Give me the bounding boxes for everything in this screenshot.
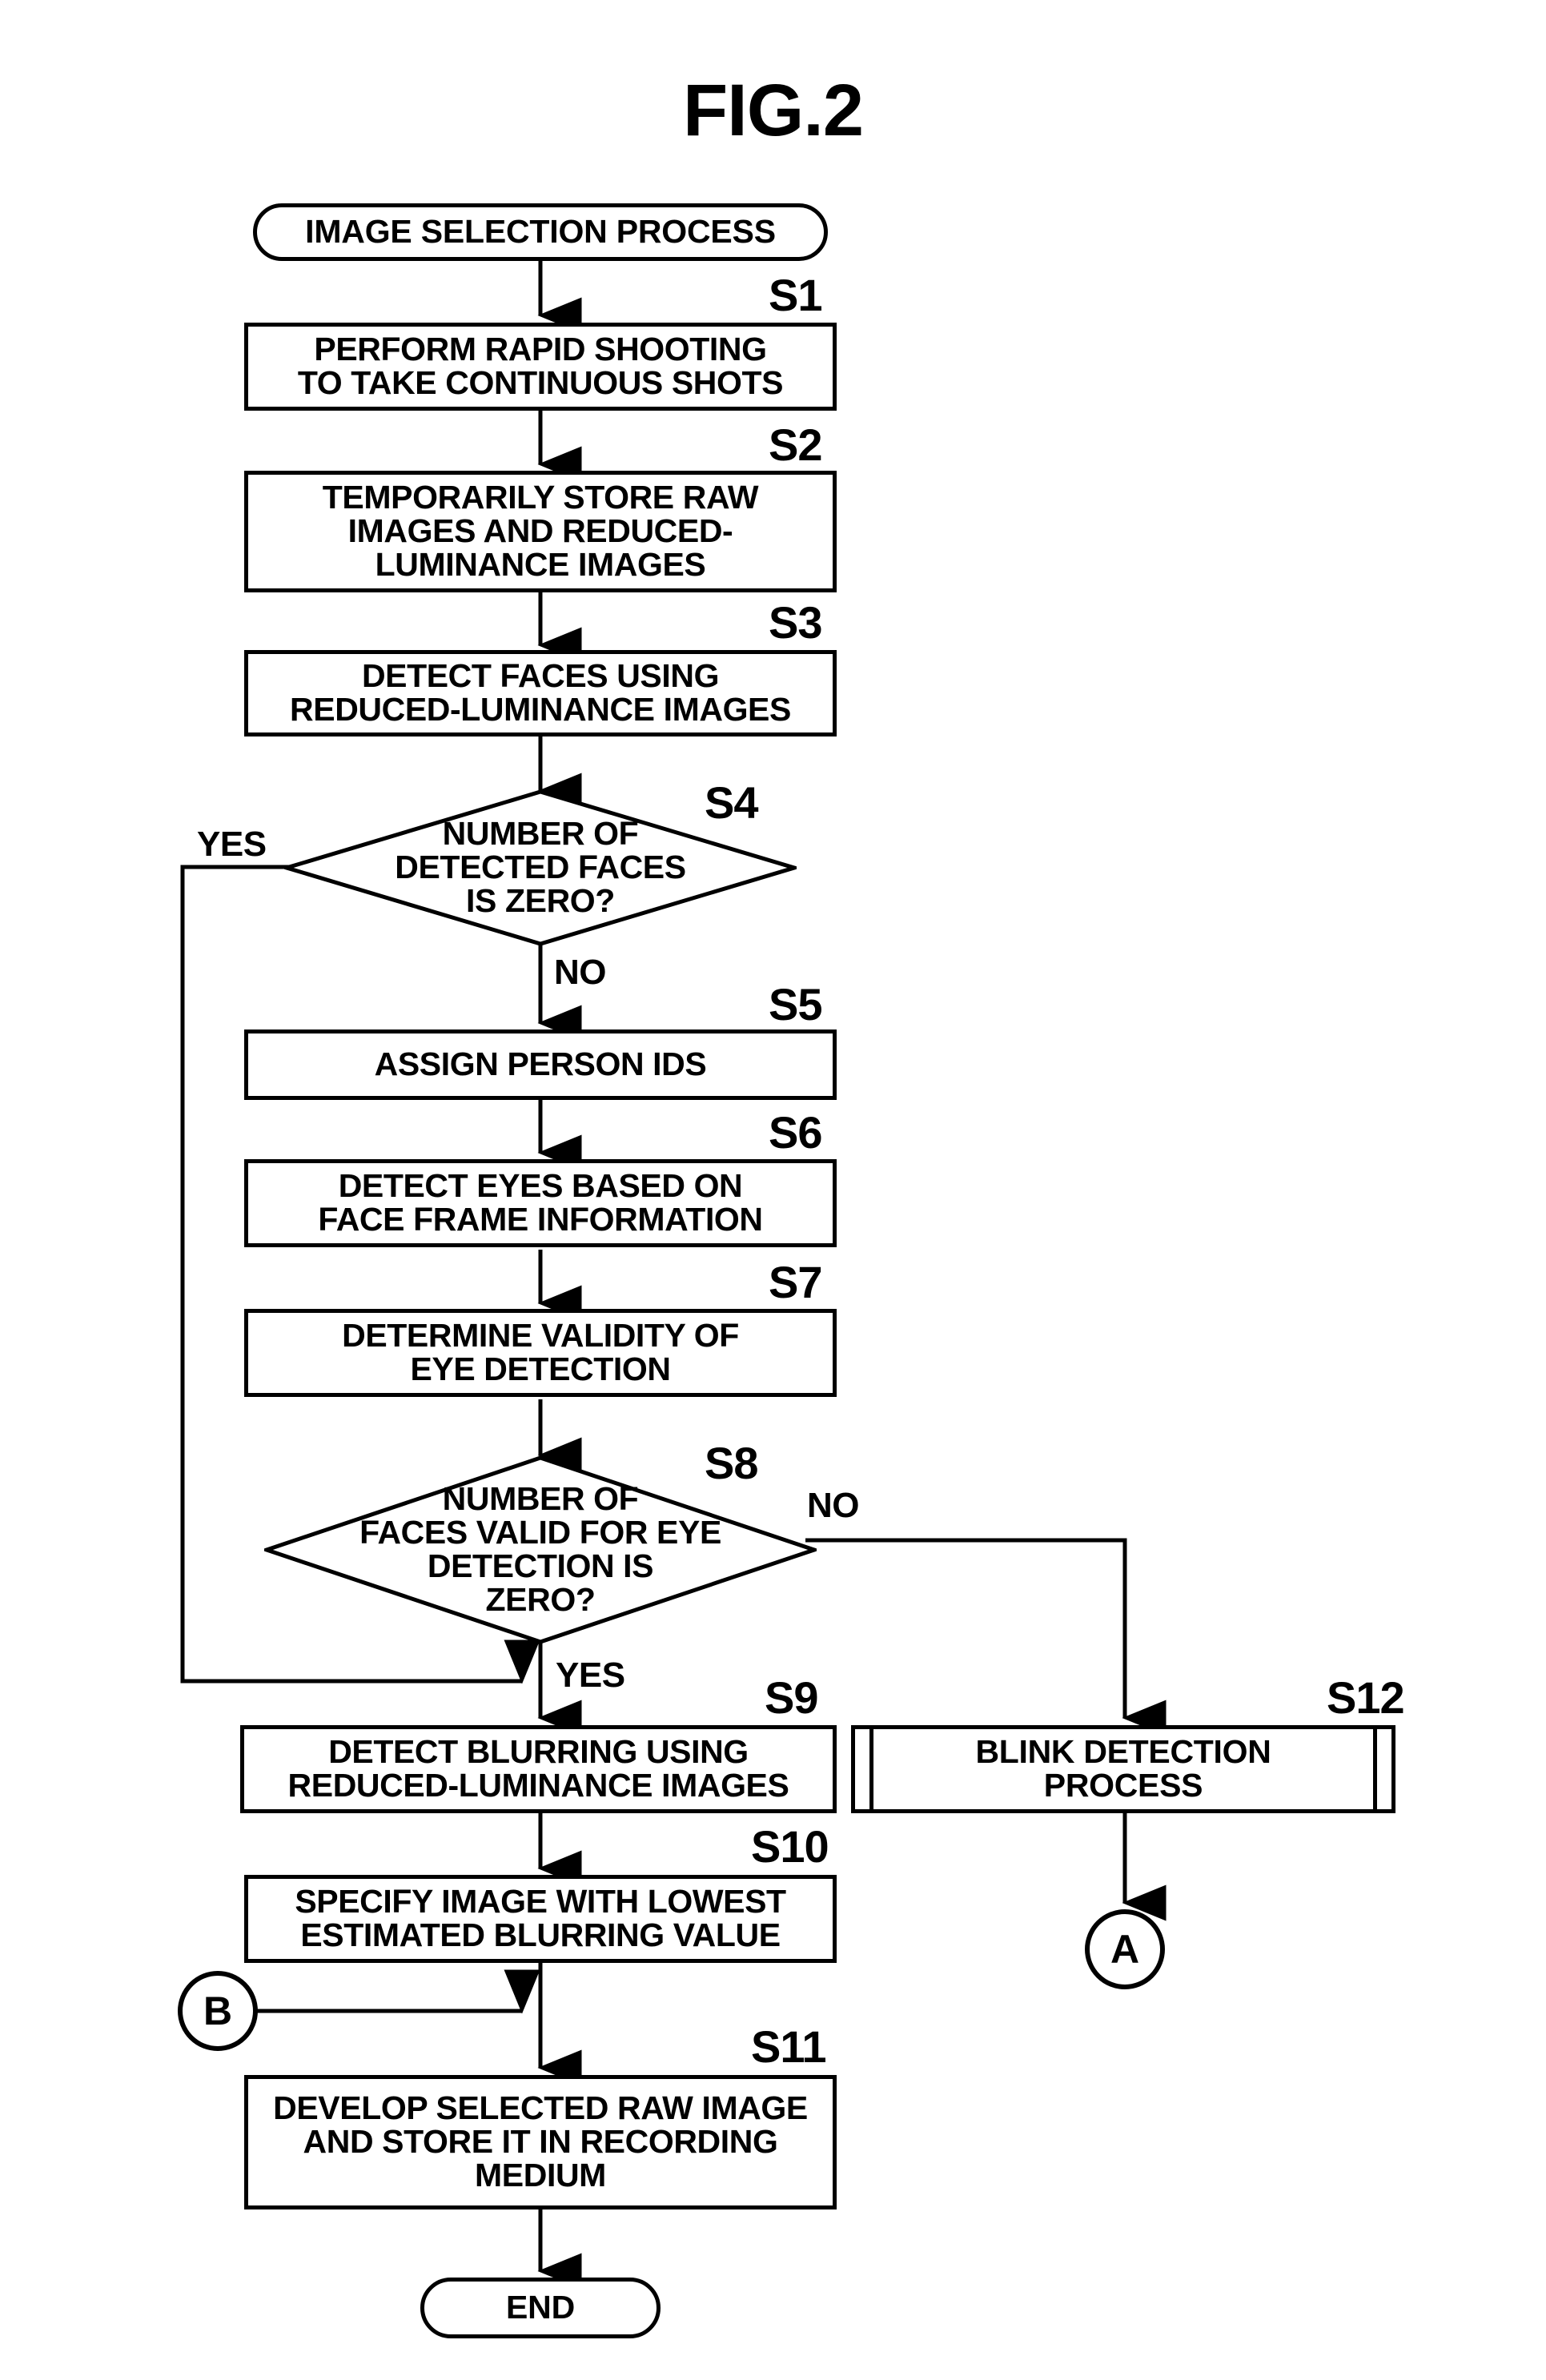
- process-s5: ASSIGN PERSON IDS: [244, 1029, 837, 1100]
- decision-s8: NUMBER OF FACES VALID FOR EYE DETECTION IS…: [264, 1455, 817, 1644]
- terminator-start-label: IMAGE SELECTION PROCESS: [305, 213, 776, 251]
- process-s10: SPECIFY IMAGE WITH LOWEST ESTIMATED BLURR…: [244, 1875, 837, 1963]
- process-s9: DETECT BLURRING USING REDUCED-LUMINANCE I…: [240, 1725, 837, 1813]
- process-s5-label: ASSIGN PERSON IDS: [374, 1046, 707, 1083]
- step-tag-s1: S1: [769, 270, 822, 320]
- terminator-end: END: [420, 2278, 661, 2338]
- decision-s8-label: NUMBER OF FACES VALID FOR EYE DETECTION IS…: [359, 1480, 721, 1618]
- step-tag-s11: S11: [751, 2021, 827, 2072]
- process-s3: DETECT FACES USING REDUCED-LUMINANCE IMAG…: [244, 650, 837, 736]
- figure-title: FIG.2: [682, 70, 864, 151]
- connector-a-label: A: [1110, 1927, 1140, 1972]
- process-s6: DETECT EYES BASED ON FACE FRAME INFORMATI…: [244, 1159, 837, 1247]
- decision-s4-label: NUMBER OF DETECTED FACES IS ZERO?: [395, 815, 686, 919]
- predefined-process-s12-label: BLINK DETECTION PROCESS: [975, 1733, 1271, 1804]
- step-tag-s9: S9: [765, 1672, 818, 1723]
- branch-label-s4-no: NO: [554, 953, 607, 992]
- connector-b: B: [178, 1971, 258, 2051]
- figure-page: FIG.2 IMAGE SELECTION PROCESS PERFORM RA…: [0, 0, 1546, 2380]
- step-tag-s3: S3: [769, 597, 822, 648]
- process-s7-label: DETERMINE VALIDITY OF EYE DETECTION: [342, 1317, 739, 1387]
- process-s2: TEMPORARILY STORE RAW IMAGES AND REDUCED-…: [244, 471, 837, 592]
- connector-a: A: [1085, 1909, 1165, 1989]
- process-s7: DETERMINE VALIDITY OF EYE DETECTION: [244, 1309, 837, 1397]
- process-s1-label: PERFORM RAPID SHOOTING TO TAKE CONTINUOUS…: [297, 331, 784, 401]
- terminator-end-label: END: [506, 2289, 575, 2326]
- step-tag-s12: S12: [1327, 1672, 1405, 1723]
- step-tag-s5: S5: [769, 979, 822, 1029]
- connector-b-label: B: [203, 1989, 233, 2033]
- step-tag-s10: S10: [751, 1821, 829, 1872]
- step-tag-s6: S6: [769, 1107, 822, 1158]
- branch-label-s4-yes: YES: [197, 825, 267, 864]
- process-s9-label: DETECT BLURRING USING REDUCED-LUMINANCE I…: [287, 1733, 789, 1804]
- process-s11-label: DEVELOP SELECTED RAW IMAGE AND STORE IT I…: [273, 2089, 808, 2193]
- branch-label-s8-no: NO: [807, 1486, 860, 1525]
- step-tag-s2: S2: [769, 419, 822, 470]
- process-s11: DEVELOP SELECTED RAW IMAGE AND STORE IT I…: [244, 2075, 837, 2209]
- predefined-process-s12: BLINK DETECTION PROCESS: [851, 1725, 1395, 1813]
- process-s1: PERFORM RAPID SHOOTING TO TAKE CONTINUOUS…: [244, 323, 837, 411]
- terminator-start: IMAGE SELECTION PROCESS: [253, 203, 828, 261]
- step-tag-s7: S7: [769, 1257, 822, 1307]
- decision-s4: NUMBER OF DETECTED FACES IS ZERO?: [284, 789, 797, 946]
- process-s3-label: DETECT FACES USING REDUCED-LUMINANCE IMAG…: [290, 657, 791, 728]
- process-s6-label: DETECT EYES BASED ON FACE FRAME INFORMATI…: [318, 1167, 763, 1238]
- branch-label-s8-yes: YES: [556, 1656, 625, 1695]
- process-s10-label: SPECIFY IMAGE WITH LOWEST ESTIMATED BLURR…: [295, 1883, 786, 1953]
- process-s2-label: TEMPORARILY STORE RAW IMAGES AND REDUCED-…: [322, 479, 759, 583]
